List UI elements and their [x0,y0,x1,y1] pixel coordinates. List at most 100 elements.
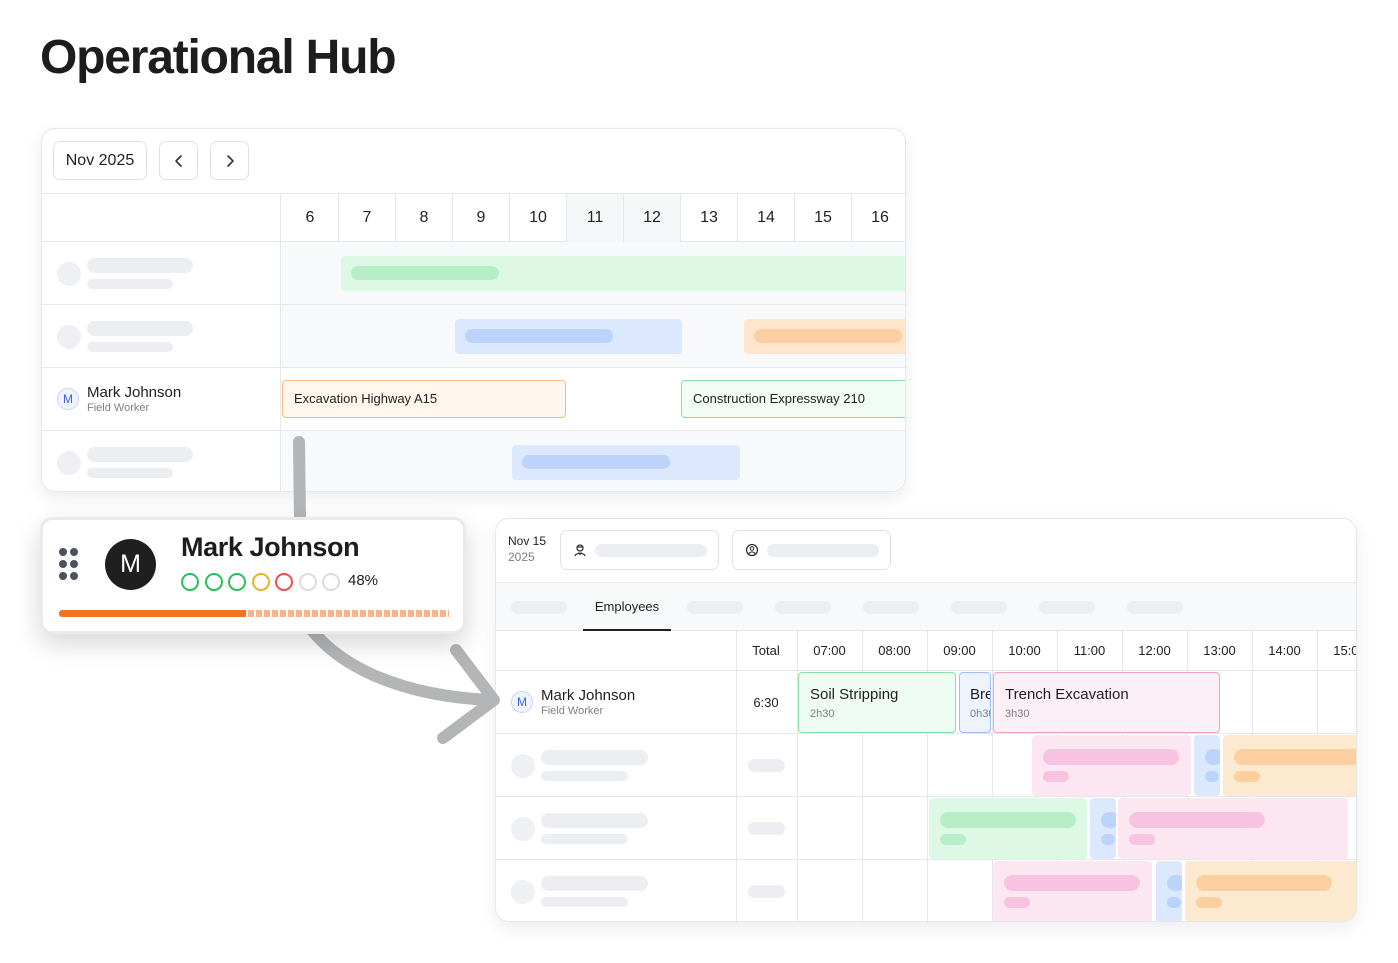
shift-duration-placeholder [1004,897,1030,908]
day-row-placeholder[interactable] [496,734,1356,797]
page-title: Operational Hub [40,31,397,84]
day-cell-13[interactable]: 13 [681,194,738,242]
assignment-construction-expressway[interactable]: Construction Expressway 210 [681,380,905,418]
status-dot [228,573,246,591]
shift-duration-placeholder [1129,834,1155,845]
break-block-placeholder[interactable] [1156,861,1182,921]
status-dot [251,573,270,591]
worker-filter[interactable] [560,530,719,570]
status-dot [204,573,223,591]
avatar-placeholder [511,817,535,841]
role-placeholder [87,279,173,289]
avatar-placeholder [511,880,535,904]
name-placeholder [87,258,193,273]
day-header-row: 6 7 8 9 10 11 12 13 14 15 16 [42,193,905,242]
shift-trench-excavation[interactable]: Trench Excavation 3h30 [993,672,1220,733]
tab-placeholder[interactable] [863,601,919,614]
day-row-mark-johnson[interactable]: M Mark Johnson Field Worker 6:30 Soil St… [496,671,1356,734]
tab-placeholder[interactable] [1039,601,1095,614]
employee-name: Mark Johnson [87,384,182,401]
day-row-placeholder[interactable] [496,860,1356,921]
calendar-row-placeholder[interactable] [42,242,905,305]
shift-name-placeholder [1234,749,1356,765]
assignment-excavation-highway[interactable]: Excavation Highway A15 [282,380,566,418]
employee-column-header [42,194,281,241]
day-cell-6[interactable]: 6 [282,194,339,242]
total-column-header: Total [752,643,780,658]
shift-soil-stripping[interactable]: Soil Stripping 2h30 [798,672,956,733]
day-cell-11[interactable]: 11 [567,194,624,242]
role-placeholder [87,468,173,478]
hour-label: 07:00 [813,643,846,658]
shift-block-placeholder[interactable] [1185,861,1356,921]
filter-value-placeholder [767,544,879,557]
tab-placeholder[interactable] [951,601,1007,614]
day-view-card: Nov 15 2025 Employees Total 07:00 08:00 09… [495,518,1357,922]
shift-name: Soil Stripping [810,686,899,703]
shift-block-placeholder[interactable] [929,798,1087,859]
team-filter[interactable] [732,530,891,570]
employee-drag-card[interactable]: M Mark Johnson 48% [40,517,466,634]
month-grid: 6 7 8 9 10 11 12 13 14 15 16 M Mark John… [42,193,905,491]
hour-label: 10:00 [1008,643,1041,658]
month-selector-button[interactable]: Nov 2025 [53,141,147,180]
day-cell-15[interactable]: 15 [795,194,852,242]
role-placeholder [541,771,628,781]
assignment-bar[interactable] [512,445,740,480]
name-placeholder [87,321,193,336]
tab-placeholder[interactable] [511,601,567,614]
avatar-placeholder [57,325,81,349]
status-dot [181,573,199,591]
day-cell-7[interactable]: 7 [339,194,396,242]
drag-handle-icon[interactable] [59,548,81,582]
calendar-row-placeholder[interactable] [42,305,905,368]
progress-bar [59,610,449,617]
day-row-placeholder[interactable] [496,797,1356,860]
shift-break[interactable]: Break 0h30 [959,672,991,733]
total-placeholder [748,759,785,772]
assignment-bar[interactable] [341,256,905,291]
shift-block-placeholder[interactable] [1118,798,1348,859]
hour-label: 15:00 [1333,643,1356,658]
break-name-placeholder [1205,749,1220,765]
employee-name: Mark Johnson [181,532,360,562]
break-block-placeholder[interactable] [1194,735,1220,796]
team-icon [745,543,759,557]
assignment-bar[interactable] [744,319,905,354]
hour-label: 11:00 [1073,643,1106,658]
shift-block-placeholder[interactable] [993,861,1152,921]
break-block-placeholder[interactable] [1090,798,1116,859]
next-month-button[interactable] [210,141,249,180]
assignment-bar[interactable] [455,319,682,354]
day-cell-12[interactable]: 12 [624,194,681,242]
calendar-row-placeholder[interactable] [42,431,905,491]
employee-total-hours: 6:30 [753,695,779,710]
employee-avatar: M [105,539,156,590]
shift-name: Break [970,686,990,703]
day-cell-8[interactable]: 8 [396,194,453,242]
name-placeholder [541,750,648,765]
shift-block-placeholder[interactable] [1032,735,1191,796]
tab-placeholder[interactable] [775,601,831,614]
assignment-label-placeholder [522,455,670,469]
day-cell-16[interactable]: 16 [852,194,905,242]
day-cell-14[interactable]: 14 [738,194,795,242]
tab-placeholder[interactable] [687,601,743,614]
tab-employees[interactable]: Employees [583,583,671,631]
shift-name: Trench Excavation [1005,686,1129,703]
previous-month-button[interactable] [159,141,198,180]
day-cell-10[interactable]: 10 [510,194,567,242]
tab-placeholder[interactable] [1127,601,1183,614]
chevron-right-icon [226,155,234,167]
day-cell-9[interactable]: 9 [453,194,510,242]
filter-value-placeholder [595,544,707,557]
calendar-row-mark-johnson[interactable]: M Mark Johnson Field Worker Excavation H… [42,368,905,431]
employee-avatar: M [57,388,79,410]
break-duration-placeholder [1167,897,1181,908]
hour-label: 08:00 [878,643,911,658]
shift-duration-placeholder [1234,771,1260,782]
employee-cell [42,305,281,367]
shift-block-placeholder[interactable] [1223,735,1356,796]
total-placeholder [748,885,785,898]
day-view-date: Nov 15 [508,534,547,548]
